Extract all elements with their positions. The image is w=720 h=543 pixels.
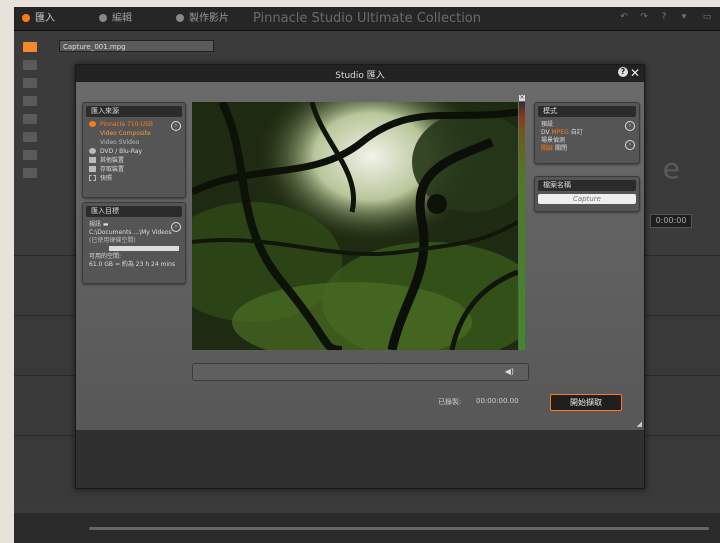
- library-media-icon[interactable]: [23, 60, 37, 70]
- player-title-text: e: [662, 152, 680, 185]
- source-sub-composite[interactable]: Video Composite: [83, 129, 185, 138]
- disc-icon: [89, 148, 96, 154]
- preset-label: 預設: [541, 121, 554, 128]
- disk-usage-bar: [89, 246, 179, 251]
- library-effects-icon[interactable]: [23, 132, 37, 142]
- format-custom[interactable]: 自訂: [571, 129, 583, 136]
- preset-settings-button[interactable]: ›: [625, 121, 635, 131]
- help-icon[interactable]: ?: [618, 67, 628, 77]
- timecode-display: 0:00:00: [650, 214, 692, 228]
- source-item-pinnacle[interactable]: Pinnacle 710-USB: [83, 120, 185, 129]
- meter-close-icon[interactable]: ×: [519, 95, 525, 101]
- source-sub-svideo[interactable]: Video SVideo: [83, 138, 185, 147]
- timeline-zoom-slider[interactable]: [89, 527, 709, 530]
- help-icon[interactable]: ?: [659, 12, 669, 22]
- source-item-other[interactable]: 其他裝置: [83, 156, 185, 165]
- library-sound-icon[interactable]: [23, 150, 37, 160]
- video-preview: [192, 102, 518, 350]
- resize-grip-icon[interactable]: ◢: [637, 420, 642, 428]
- filename-input[interactable]: Capture: [538, 194, 636, 204]
- library-dropdown[interactable]: Capture_001.mpg: [59, 40, 214, 52]
- scene-on[interactable]: 開啟: [541, 145, 553, 152]
- source-item-snapshot[interactable]: 快照: [83, 174, 185, 183]
- folder-icon: ▬: [102, 221, 109, 228]
- import-source-header: 匯入來源: [86, 106, 182, 117]
- audio-level-meter: [519, 102, 525, 350]
- target-path: C:\Documents ...\My Videos: [89, 229, 172, 236]
- dialog-title: Studio 匯入: [335, 71, 385, 81]
- capture-device-icon: [89, 121, 96, 127]
- dialog-body: 匯入來源 Pinnacle 710-USB › Video Composite …: [76, 82, 644, 430]
- target-video-label: 視訊 ▬: [89, 221, 109, 228]
- format-mpeg[interactable]: MPEG: [552, 129, 569, 136]
- scene-off[interactable]: 關閉: [555, 145, 567, 152]
- library-audio-icon[interactable]: [23, 78, 37, 88]
- filename-panel: 檔案名稱 Capture: [534, 176, 640, 212]
- storage-icon: [89, 166, 96, 172]
- redo-icon[interactable]: ↷: [639, 12, 649, 22]
- filename-header: 檔案名稱: [538, 180, 636, 191]
- app-title: Pinnacle Studio Ultimate Collection: [252, 11, 482, 26]
- studio-import-dialog: Studio 匯入 ? ✕ 匯入來源 Pinnacle 710-USB › Vi…: [75, 64, 645, 489]
- source-item-storage[interactable]: 存取裝置: [83, 165, 185, 174]
- scene-detect-label: 場景偵測: [541, 137, 566, 144]
- library-grid-icon[interactable]: [23, 114, 37, 124]
- dialog-titlebar: Studio 匯入 ? ✕: [76, 65, 644, 82]
- dialog-lower-area: [76, 430, 644, 488]
- window-icon[interactable]: ▭: [702, 12, 712, 22]
- import-target-header: 匯入目標: [86, 206, 182, 217]
- library-music-icon[interactable]: [23, 168, 37, 178]
- disk-space-label: (已使用硬碟空間): [89, 237, 136, 244]
- import-target-panel: 匯入目標 視訊 ▬ › C:\Documents ...\My Videos (…: [82, 202, 186, 284]
- volume-icon[interactable]: ◀): [505, 367, 514, 376]
- library-folder-icon[interactable]: [23, 42, 37, 52]
- forest-preview-image: [192, 102, 518, 350]
- import-source-panel: 匯入來源 Pinnacle 710-USB › Video Composite …: [82, 102, 186, 198]
- format-options: DV MPEG 自訂: [535, 129, 639, 137]
- library-side-icons: [19, 42, 41, 202]
- top-navigation-bar: 匯入 編輯 製作影片 Pinnacle Studio Ultimate Coll…: [14, 7, 720, 31]
- undo-icon[interactable]: ↶: [619, 12, 629, 22]
- source-item-dvd[interactable]: DVD / Blu-Ray: [83, 147, 185, 156]
- start-capture-button[interactable]: 開始擷取: [550, 394, 622, 411]
- mode-panel: 模式 預設 › DV MPEG 自訂 場景偵測 › 開啟 關閉: [534, 102, 640, 164]
- snapshot-icon: [89, 175, 96, 181]
- mode-header: 模式: [538, 106, 636, 117]
- free-space-value: 61.0 GB = 約為 23 h 24 mins: [89, 261, 176, 268]
- library-title-icon[interactable]: [23, 96, 37, 106]
- timeline-zoom-bar: [14, 513, 720, 543]
- target-settings-button[interactable]: ›: [171, 222, 181, 232]
- audio-volume-bar[interactable]: ◀): [192, 363, 529, 381]
- scene-options: 開啟 關閉: [535, 145, 639, 153]
- folder-icon: [89, 157, 96, 163]
- recorded-duration: 00:00:00.00: [476, 397, 519, 405]
- free-space-label: 可用的空間:: [89, 253, 122, 260]
- recorded-label: 已錄製:: [438, 398, 462, 406]
- scene-settings-button[interactable]: ›: [625, 140, 635, 150]
- format-dv[interactable]: DV: [541, 129, 550, 136]
- settings-icon[interactable]: ▾: [679, 12, 689, 22]
- close-icon[interactable]: ✕: [630, 65, 640, 81]
